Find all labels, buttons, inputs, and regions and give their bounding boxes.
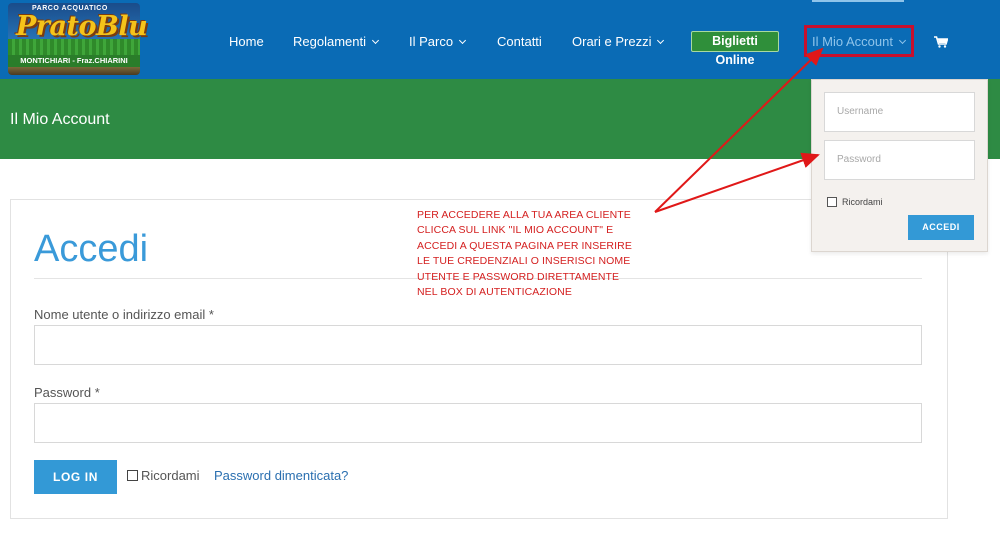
chevron-down-icon — [371, 36, 380, 45]
nav-item-orari-prezzi[interactable]: Orari e Prezzi — [572, 33, 665, 51]
login-button[interactable]: LOG IN — [34, 460, 117, 494]
tickets-online-button[interactable]: Biglietti Online — [691, 31, 779, 67]
password-label: Password * — [34, 385, 100, 400]
highlight-box — [804, 25, 914, 57]
nav-item-contatti[interactable]: Contatti — [497, 33, 542, 51]
nav-item-label: Il Parco — [409, 34, 454, 49]
remember-checkbox[interactable] — [127, 470, 138, 481]
nav-item-label: Home — [229, 34, 264, 49]
dropdown-remember-label: Ricordami — [842, 197, 883, 207]
page: PARCO ACQUATICO PratoBlu MONTICHIARI - F… — [0, 0, 1000, 552]
username-input[interactable] — [34, 325, 922, 365]
password-input[interactable] — [34, 403, 922, 443]
shopping-cart-icon[interactable] — [934, 36, 948, 48]
annotation-line: UTENTE E PASSWORD DIRETTAMENTE — [417, 270, 620, 283]
nav-item-label: Regolamenti — [293, 34, 366, 49]
dropdown-username-input[interactable]: Username — [824, 92, 975, 132]
nav-item-label: Orari e Prezzi — [572, 34, 652, 49]
annotation-line: NEL BOX DI AUTENTICAZIONE — [417, 286, 572, 299]
chevron-down-icon — [459, 36, 467, 45]
annotation-line: ACCEDI A QUESTA PAGINA PER INSERIRE — [417, 239, 632, 252]
annotation-line: PER ACCEDERE ALLA TUA AREA CLIENTE — [417, 209, 631, 221]
nav-item-label: Contatti — [497, 34, 542, 49]
nav-item-il-parco[interactable]: Il Parco — [409, 33, 467, 51]
login-heading: Accedi — [34, 228, 149, 270]
dropdown-login-button[interactable]: ACCEDI — [908, 215, 974, 240]
logo-base — [8, 67, 140, 75]
annotation-text: PER ACCEDERE ALLA TUA AREA CLIENTE CLICC… — [417, 208, 647, 300]
username-label: Nome utente o indirizzo email * — [34, 307, 214, 322]
logo-location: MONTICHIARI - Fraz.CHIARINI — [8, 55, 140, 67]
chevron-down-icon — [657, 36, 665, 45]
dropdown-password-input[interactable]: Password — [824, 140, 975, 180]
remember-me[interactable]: Ricordami — [127, 468, 200, 484]
annotation-line: CLICCA SUL LINK "IL MIO ACCOUNT" E — [417, 224, 614, 237]
lost-password-link[interactable]: Password dimenticata? — [214, 468, 348, 484]
page-title: Il Mio Account — [10, 111, 110, 128]
site-logo[interactable]: PARCO ACQUATICO PratoBlu MONTICHIARI - F… — [8, 3, 148, 76]
dropdown-remember-me[interactable]: Ricordami — [827, 196, 883, 208]
nav-item-regolamenti[interactable]: Regolamenti — [293, 33, 380, 51]
annotation-line: LE TUE CREDENZIALI O INSERISCI NOME — [417, 255, 631, 268]
active-menu-indicator — [812, 0, 904, 2]
logo-brand: PratoBlu — [16, 11, 148, 42]
remember-label: Ricordami — [141, 468, 200, 483]
dropdown-remember-checkbox[interactable] — [827, 197, 837, 207]
nav-item-home[interactable]: Home — [229, 33, 264, 51]
